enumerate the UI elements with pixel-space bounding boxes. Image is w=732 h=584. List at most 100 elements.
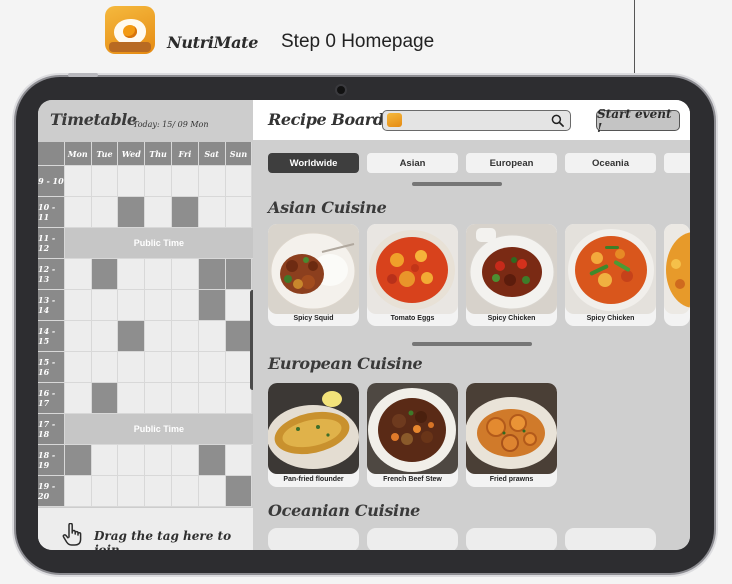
free-slot[interactable] [118,352,146,383]
free-slot[interactable] [171,321,199,352]
recipe-card-spicy-chicken-2[interactable]: Spicy Chicken [565,224,656,326]
free-slot[interactable] [145,197,172,228]
free-slot[interactable] [91,321,119,352]
free-slot[interactable] [64,321,92,352]
free-slot[interactable] [198,352,226,383]
free-slot[interactable] [118,476,146,507]
tab-asian[interactable]: Asian [367,153,458,173]
time-slot-label: 16 - 17 [38,383,65,414]
busy-slot[interactable] [91,259,119,290]
free-slot[interactable] [91,445,119,476]
recipe-card-french-beef-stew[interactable]: French Beef Stew [367,383,458,487]
free-slot[interactable] [145,259,172,290]
free-slot[interactable] [171,476,199,507]
tab-worldwide[interactable]: Worldwide [268,153,359,173]
free-slot[interactable] [171,259,199,290]
free-slot[interactable] [198,383,226,414]
start-event-button[interactable]: Start event ! [596,107,680,135]
recipe-card-partial[interactable] [664,224,690,326]
free-slot[interactable] [225,352,253,383]
free-slot[interactable] [145,383,172,414]
free-slot[interactable] [64,476,92,507]
free-slot[interactable] [171,445,199,476]
drag-drop-zone[interactable]: Drag the tag here to join [38,508,253,550]
recipe-card-fried-prawns[interactable]: Fried prawns [466,383,557,487]
free-slot[interactable] [91,476,119,507]
free-slot[interactable] [64,259,92,290]
free-slot[interactable] [145,166,172,197]
recipe-name: Spicy Squid [293,315,334,322]
timetable-header-row: Mon Tue Wed Thu Fri Sat Sun [38,142,253,166]
free-slot[interactable] [145,476,172,507]
busy-slot[interactable] [225,476,253,507]
recipe-card-placeholder[interactable] [565,528,656,550]
busy-slot[interactable] [225,259,253,290]
free-slot[interactable] [145,321,172,352]
busy-slot[interactable] [118,197,146,228]
timetable-row: 16 - 17 [38,383,253,414]
recipe-card-tomato-eggs[interactable]: Tomato Eggs [367,224,458,326]
free-slot[interactable] [118,166,146,197]
free-slot[interactable] [118,259,146,290]
free-slot[interactable] [225,445,253,476]
tab-european[interactable]: European [466,153,557,173]
free-slot[interactable] [91,197,119,228]
public-time-block[interactable]: Public Time [64,414,253,445]
free-slot[interactable] [145,445,172,476]
recipe-board-title: Recipe Board [268,110,384,129]
recipe-card-placeholder[interactable] [268,528,359,550]
busy-slot[interactable] [198,259,226,290]
recipe-card-placeholder[interactable] [466,528,557,550]
timetable-row: 9 - 10 [38,166,253,197]
free-slot[interactable] [171,166,199,197]
busy-slot[interactable] [171,197,199,228]
free-slot[interactable] [171,290,199,321]
free-slot[interactable] [64,197,92,228]
free-slot[interactable] [198,476,226,507]
recipe-board-header: Recipe Board Start event ! [253,100,690,140]
recipe-card-pan-fried-flounder[interactable]: Pan-fried flounder [268,383,359,487]
free-slot[interactable] [64,383,92,414]
free-slot[interactable] [171,352,199,383]
tabs-scrollbar[interactable] [412,182,502,186]
busy-slot[interactable] [91,383,119,414]
busy-slot[interactable] [198,445,226,476]
free-slot[interactable] [118,383,146,414]
recipe-card-placeholder[interactable] [367,528,458,550]
free-slot[interactable] [198,166,226,197]
free-slot[interactable] [91,290,119,321]
tablet-frame: Timetable Today: 15/ 09 Mon Mon Tue Wed Thu… [16,73,714,573]
search-bar[interactable] [382,110,571,131]
free-slot[interactable] [91,166,119,197]
time-slot-label: 13 - 14 [38,290,65,321]
free-slot[interactable] [225,197,253,228]
free-slot[interactable] [225,290,253,321]
busy-slot[interactable] [118,321,146,352]
free-slot[interactable] [198,197,226,228]
free-slot[interactable] [64,290,92,321]
busy-slot[interactable] [225,321,253,352]
busy-slot[interactable] [198,290,226,321]
free-slot[interactable] [118,445,146,476]
free-slot[interactable] [225,383,253,414]
tab-oceania[interactable]: Oceania [565,153,656,173]
public-time-block[interactable]: Public Time [64,228,253,259]
free-slot[interactable] [118,290,146,321]
time-slot-label: 18 - 19 [38,445,65,476]
free-slot[interactable] [171,383,199,414]
busy-slot[interactable] [64,445,92,476]
time-slot-label: 14 - 15 [38,321,65,352]
free-slot[interactable] [64,166,92,197]
search-icon[interactable] [551,114,564,127]
free-slot[interactable] [64,352,92,383]
recipe-card-spicy-squid[interactable]: Spicy Squid [268,224,359,326]
asian-carousel-scrollbar[interactable] [412,342,532,346]
free-slot[interactable] [145,290,172,321]
free-slot[interactable] [225,166,253,197]
recipe-card-spicy-chicken[interactable]: Spicy Chicken [466,224,557,326]
tab-more[interactable] [664,153,690,173]
free-slot[interactable] [91,352,119,383]
free-slot[interactable] [145,352,172,383]
timetable-corner [38,142,65,166]
free-slot[interactable] [198,321,226,352]
